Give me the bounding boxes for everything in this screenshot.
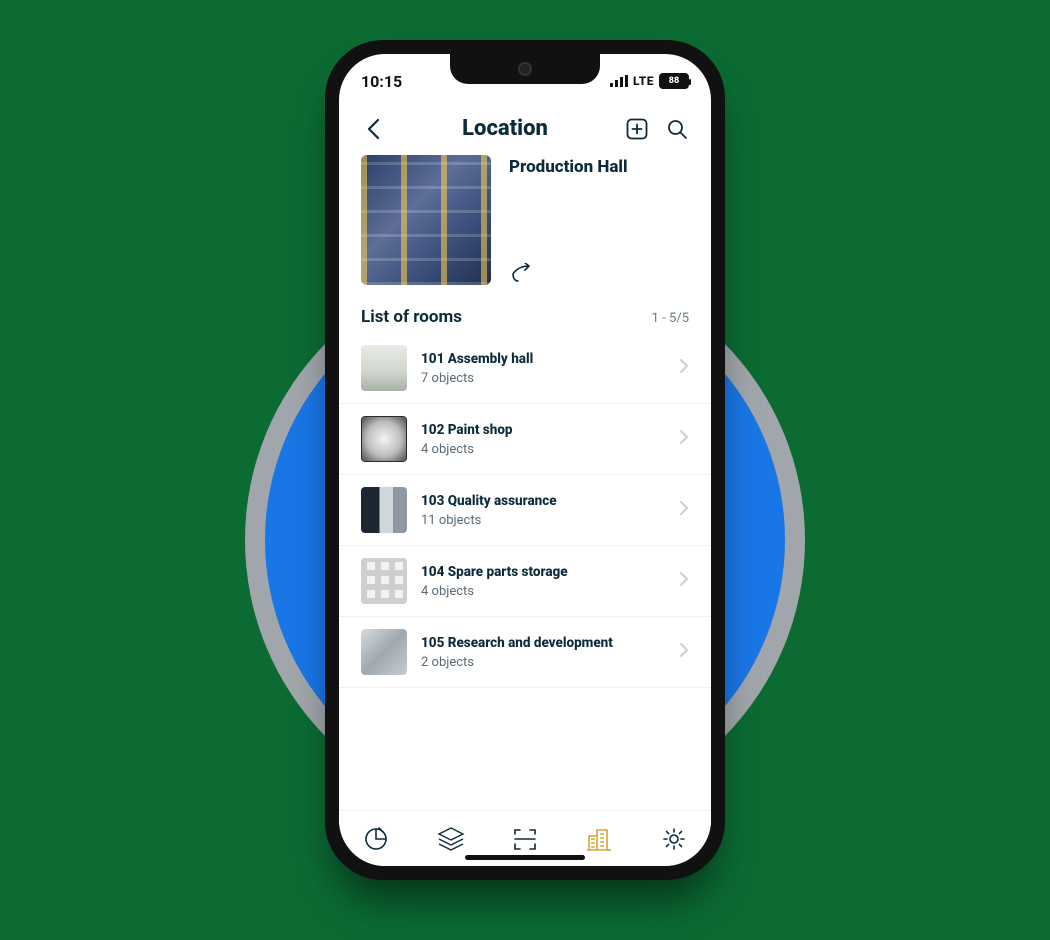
chevron-right-icon	[679, 571, 689, 591]
room-title: 103 Quality assurance	[421, 493, 665, 509]
room-text: 102 Paint shop 4 objects	[421, 422, 665, 457]
chevron-right-icon	[679, 500, 689, 520]
chevron-right-icon	[679, 642, 689, 662]
room-title: 104 Spare parts storage	[421, 564, 665, 580]
chevron-right-icon	[679, 358, 689, 378]
search-button[interactable]	[665, 117, 689, 141]
search-icon	[666, 118, 688, 140]
location-title: Production Hall	[509, 157, 628, 177]
room-subtitle: 4 objects	[421, 442, 665, 457]
room-thumbnail	[361, 487, 407, 533]
gear-icon	[661, 826, 687, 852]
room-thumbnail	[361, 345, 407, 391]
room-text: 105 Research and development 2 objects	[421, 635, 665, 670]
room-text: 103 Quality assurance 11 objects	[421, 493, 665, 528]
battery-indicator: 88	[659, 73, 689, 89]
buildings-icon	[585, 826, 613, 852]
room-row[interactable]: 101 Assembly hall 7 objects	[339, 333, 711, 404]
back-button[interactable]	[361, 117, 385, 141]
room-title: 105 Research and development	[421, 635, 665, 651]
status-time: 10:15	[361, 72, 402, 91]
tab-scan[interactable]	[505, 819, 545, 859]
plus-square-icon	[626, 118, 648, 140]
scan-icon	[512, 826, 538, 852]
tab-dashboard[interactable]	[356, 819, 396, 859]
rooms-section-range: 1 - 5/5	[652, 311, 689, 326]
location-hero: Production Hall	[339, 151, 711, 291]
home-indicator[interactable]	[465, 855, 585, 860]
room-row[interactable]: 105 Research and development 2 objects	[339, 617, 711, 688]
room-thumbnail	[361, 558, 407, 604]
phone-notch	[450, 54, 600, 84]
rooms-section-title: List of rooms	[361, 307, 462, 327]
tab-settings[interactable]	[654, 819, 694, 859]
network-label: LTE	[633, 74, 654, 88]
room-subtitle: 4 objects	[421, 584, 665, 599]
add-button[interactable]	[625, 117, 649, 141]
room-thumbnail	[361, 416, 407, 462]
pie-chart-icon	[363, 826, 389, 852]
tab-layers[interactable]	[431, 819, 471, 859]
page-title: Location	[385, 116, 625, 141]
rooms-list[interactable]: 101 Assembly hall 7 objects 102 Paint shop…	[339, 333, 711, 810]
room-subtitle: 7 objects	[421, 371, 665, 386]
nav-bar: Location	[339, 98, 711, 151]
room-text: 101 Assembly hall 7 objects	[421, 351, 665, 386]
room-thumbnail	[361, 629, 407, 675]
room-subtitle: 2 objects	[421, 655, 665, 670]
room-title: 102 Paint shop	[421, 422, 665, 438]
status-right: LTE 88	[610, 72, 689, 91]
room-row[interactable]: 103 Quality assurance 11 objects	[339, 475, 711, 546]
room-text: 104 Spare parts storage 4 objects	[421, 564, 665, 599]
room-title: 101 Assembly hall	[421, 351, 665, 367]
room-subtitle: 11 objects	[421, 513, 665, 528]
room-row[interactable]: 104 Spare parts storage 4 objects	[339, 546, 711, 617]
rooms-section-header: List of rooms 1 - 5/5	[339, 291, 711, 333]
tab-locations[interactable]	[579, 819, 619, 859]
chevron-right-icon	[679, 429, 689, 449]
cellular-signal-icon	[610, 72, 628, 91]
chevron-left-icon	[366, 118, 380, 140]
layers-icon	[437, 826, 465, 852]
share-icon	[510, 263, 532, 283]
share-button[interactable]	[509, 261, 533, 285]
phone-screen: 10:15 LTE 88 Location	[339, 54, 711, 866]
room-row[interactable]: 102 Paint shop 4 objects	[339, 404, 711, 475]
phone-frame: 10:15 LTE 88 Location	[325, 40, 725, 880]
location-image[interactable]	[361, 155, 491, 285]
